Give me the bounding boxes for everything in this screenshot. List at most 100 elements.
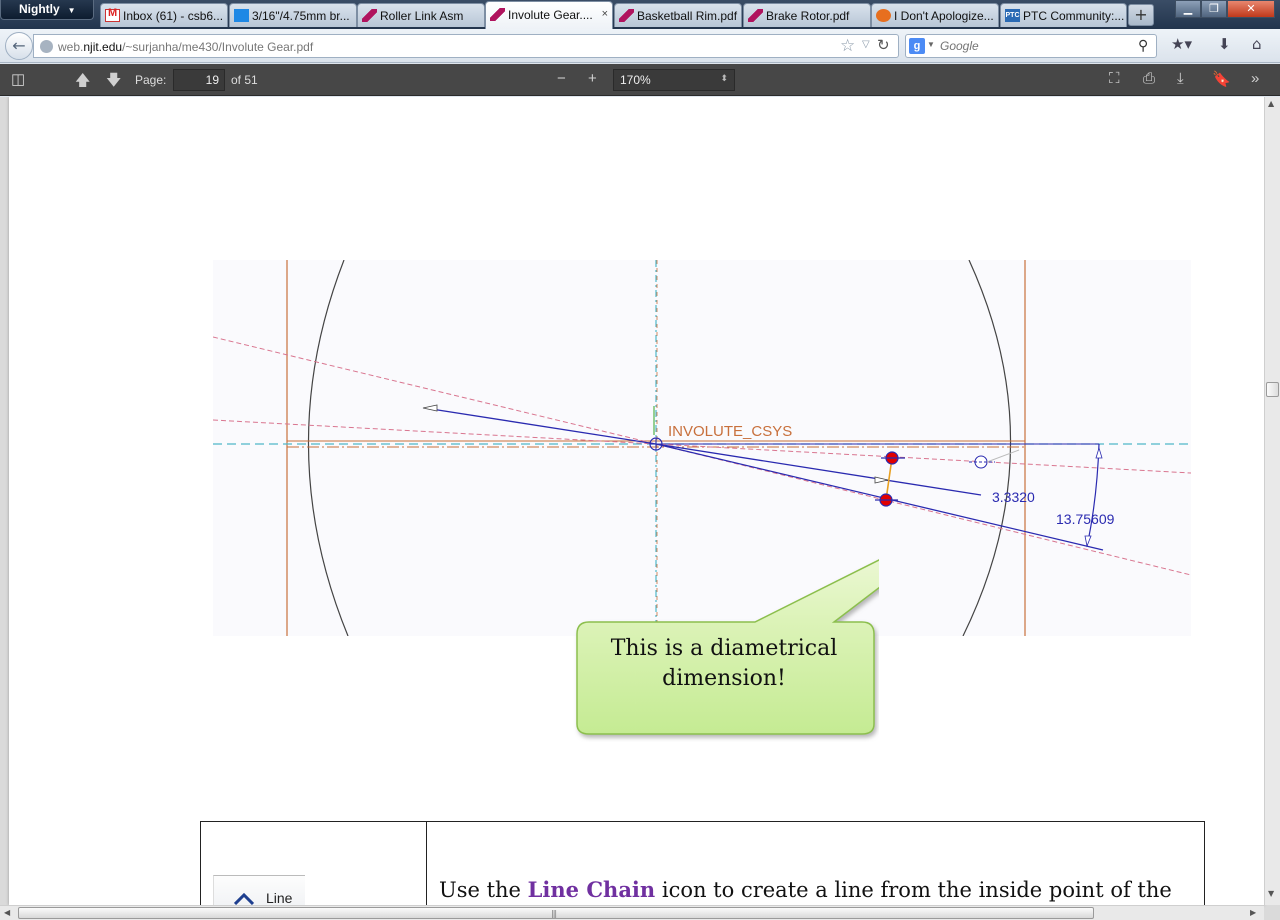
tab-strip: Nightly ▼ Inbox (61) - csb6... 3/16"/4.75…	[0, 0, 1280, 29]
sketch-line-diameter	[655, 443, 982, 496]
callout-body	[576, 559, 879, 735]
instruction-highlight: Line Chain	[527, 877, 656, 902]
pdf-icon	[490, 8, 505, 21]
pdf-icon	[619, 9, 634, 22]
callout-text: This is a diametrical dimension!	[584, 634, 864, 694]
search-icon[interactable]: ⚲	[1138, 37, 1148, 54]
sidebar-toggle-icon[interactable]: ◫	[11, 70, 25, 88]
diameter-dimension-label: 3.3320	[992, 489, 1035, 505]
angle-arrow-bottom	[1084, 535, 1092, 548]
app-menu-button[interactable]: Nightly ▼	[0, 0, 94, 20]
zoom-select[interactable]: 170% ⬍	[613, 69, 735, 91]
url-text[interactable]: web.njit.edu/~surjanha/me430/Involute Ge…	[58, 40, 313, 54]
pdf-icon	[748, 9, 763, 22]
print-icon[interactable]: ⎙	[1143, 70, 1155, 87]
globe-icon	[40, 40, 53, 53]
scroll-left-icon[interactable]: ◀	[4, 908, 10, 917]
callout-bubble: This is a diametrical dimension!	[569, 502, 879, 742]
google-icon[interactable]: g	[909, 38, 925, 54]
close-icon: ✕	[1246, 2, 1256, 15]
tab-label: Inbox (61) - csb6...	[123, 9, 224, 23]
page-label: Page:	[135, 73, 167, 87]
angle-dimension-arc	[1086, 443, 1100, 547]
construction-line-1	[213, 336, 657, 445]
tools-menu-icon[interactable]: »	[1251, 70, 1259, 87]
scroll-grip-icon: |||	[551, 909, 557, 918]
chevron-updown-icon: ⬍	[720, 73, 728, 83]
tab-ptc-community[interactable]: PTC PTC Community:...	[1000, 3, 1127, 27]
page-count: of 51	[231, 73, 258, 87]
tab-involute-gear[interactable]: Involute Gear.... ×	[485, 1, 613, 29]
ptc-icon: PTC	[1005, 9, 1020, 22]
pdf-viewer[interactable]: INVOLUTE_CSYS 3.3320 13.75609 This is a …	[0, 97, 1280, 920]
tab-basketball-rim[interactable]: Basketball Rim.pdf	[614, 3, 742, 27]
horizontal-scrollbar[interactable]: ◀ ||| ▶	[0, 905, 1264, 920]
bookmark-icon[interactable]: 🔖	[1212, 70, 1231, 88]
navigation-bar: ← web.njit.edu/~surjanha/me430/Involute …	[0, 29, 1280, 63]
instruction-table: Line Use the Line Chain icon to create a…	[200, 821, 1205, 905]
instruction-text-after: icon to create a line from the inside po…	[655, 878, 1172, 902]
arrowhead-left	[422, 404, 438, 412]
gear-circle-left-arc	[307, 260, 349, 636]
scroll-right-icon[interactable]: ▶	[1250, 908, 1256, 917]
zoom-out-icon[interactable]: −	[557, 70, 566, 87]
url-bar[interactable]: web.njit.edu/~surjanha/me430/Involute Ge…	[33, 34, 899, 58]
zoom-in-icon[interactable]: +	[588, 70, 597, 87]
scroll-up-icon[interactable]: ▲	[1268, 99, 1274, 108]
minimize-icon: ▁	[1183, 2, 1193, 15]
vertical-scrollbar[interactable]: ▲ ▼	[1264, 97, 1280, 905]
callout-line-1: This is a diametrical	[610, 636, 838, 661]
app-menu-label: Nightly	[19, 2, 60, 16]
page-number-input[interactable]	[173, 69, 225, 91]
close-window-button[interactable]: ✕	[1227, 0, 1275, 18]
previous-page-icon[interactable]: 🡅	[75, 70, 90, 95]
rss-icon	[876, 9, 891, 22]
search-input[interactable]	[940, 37, 1130, 55]
tab-label: I Don't Apologize...	[894, 9, 994, 23]
pdf-icon	[362, 9, 377, 22]
tab-label: Involute Gear....	[508, 8, 593, 22]
fullscreen-icon[interactable]: ⛶	[1109, 70, 1120, 87]
tab-bracket[interactable]: 3/16"/4.75mm br...	[229, 3, 357, 27]
bookmarks-menu-icon[interactable]: ★▾	[1171, 35, 1192, 53]
restore-icon: ❐	[1209, 2, 1219, 15]
home-icon[interactable]: ⌂	[1252, 35, 1262, 53]
instruction-text-before: Use the	[439, 878, 528, 902]
scroll-down-icon[interactable]: ▼	[1268, 889, 1274, 898]
history-dropdown-icon[interactable]: ▽	[862, 39, 870, 50]
callout-line-2: dimension!	[662, 666, 786, 691]
minimize-button[interactable]: ▁	[1175, 0, 1201, 18]
new-tab-button[interactable]: +	[1128, 4, 1154, 26]
bookmark-star-icon[interactable]: ☆	[840, 36, 855, 56]
pdf-page: INVOLUTE_CSYS 3.3320 13.75609 This is a …	[9, 97, 1264, 905]
sketch-line-upper-left	[424, 407, 657, 445]
tab-roller-link[interactable]: Roller Link Asm	[357, 3, 485, 27]
instruction-text: Use the Line Chain icon to create a line…	[439, 877, 1199, 902]
reload-icon[interactable]: ↻	[877, 36, 890, 54]
download-icon[interactable]: ⤓	[1177, 70, 1184, 87]
search-bar[interactable]: g ▼ ⚲	[905, 34, 1157, 58]
tab-brake-rotor[interactable]: Brake Rotor.pdf	[743, 3, 871, 27]
tab-inbox[interactable]: Inbox (61) - csb6...	[100, 3, 228, 27]
url-path: /~surjanha/me430/Involute Gear.pdf	[122, 40, 314, 54]
next-page-icon[interactable]: 🡇	[106, 70, 121, 95]
angle-dimension-label: 13.75609	[1056, 511, 1115, 527]
angle-arrow-top	[1095, 446, 1103, 459]
back-button[interactable]: ←	[5, 32, 33, 60]
downloads-icon[interactable]: ⬇	[1218, 35, 1231, 53]
chevron-down-icon: ▼	[67, 6, 76, 15]
vertical-scroll-thumb[interactable]	[1266, 382, 1279, 397]
horizontal-scroll-thumb[interactable]: |||	[18, 907, 1094, 919]
tab-label: Roller Link Asm	[380, 9, 464, 23]
csys-label: INVOLUTE_CSYS	[668, 423, 792, 440]
gear-circle-right-arc	[962, 260, 1012, 636]
zoom-value: 170%	[620, 73, 651, 87]
tab-apologize[interactable]: I Don't Apologize...	[871, 3, 999, 27]
close-icon[interactable]: ×	[602, 8, 608, 20]
chevron-down-icon[interactable]: ▼	[927, 40, 935, 49]
tab-label: PTC Community:...	[1023, 9, 1125, 23]
maximize-button[interactable]: ❐	[1201, 0, 1227, 18]
url-domain: njit.edu	[83, 40, 123, 54]
tab-label: Brake Rotor.pdf	[766, 9, 850, 23]
page-icon	[234, 9, 249, 22]
